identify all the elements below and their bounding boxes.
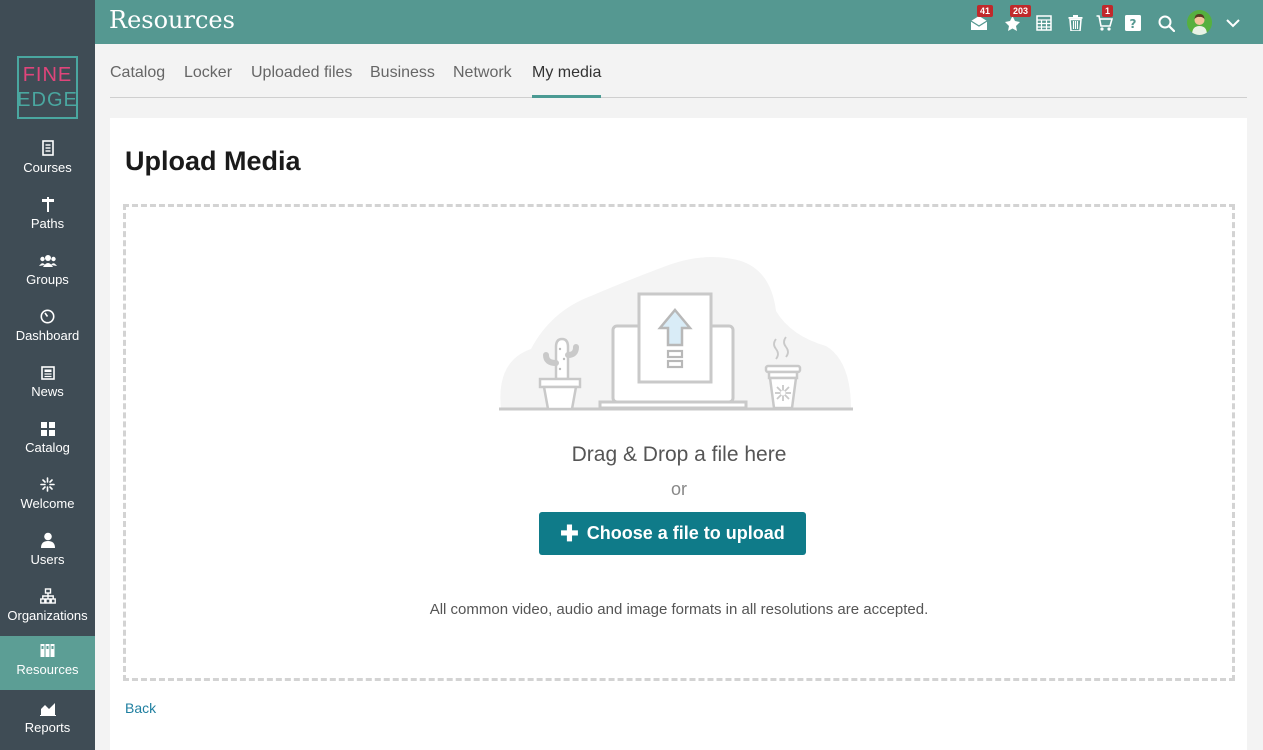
sidebar-item-label: Dashboard	[15, 328, 80, 343]
logo[interactable]: FINE EDGE	[17, 56, 78, 119]
sidebar-item-label: Groups	[26, 272, 69, 287]
sidebar-item-users[interactable]: Users	[0, 526, 95, 582]
sidebar-item-news[interactable]: News	[0, 358, 95, 414]
sidebar-item-welcome[interactable]: Welcome	[0, 470, 95, 526]
dashboard-icon	[40, 302, 55, 328]
grid-icon	[40, 414, 55, 440]
courses-icon	[41, 134, 55, 160]
logo-line-1: FINE	[22, 63, 73, 86]
sparkle-icon	[40, 470, 55, 496]
chart-icon	[39, 694, 56, 720]
cart-badge: 1	[1102, 5, 1114, 17]
cart-icon[interactable]: 1	[1094, 5, 1114, 33]
chevron-down-icon[interactable]	[1223, 13, 1243, 33]
signpost-icon	[41, 190, 55, 216]
page-section-title: Resources	[109, 6, 235, 34]
back-link[interactable]: Back	[125, 700, 156, 716]
tab-network[interactable]: Network	[453, 64, 512, 98]
sidebar-item-label: Welcome	[20, 496, 75, 511]
tab-my-media[interactable]: My media	[532, 64, 602, 98]
sidebar-item-label: Paths	[30, 216, 65, 231]
upload-media-card: Upload Media Drag & Drop a file here or …	[110, 118, 1247, 750]
drop-instructions: Drag & Drop a file here	[571, 443, 787, 466]
messages-icon[interactable]: 41	[969, 5, 994, 33]
resource-tabs: Catalog Locker Uploaded files Business N…	[110, 60, 1247, 98]
groups-icon	[38, 246, 57, 272]
sidebar-item-label: Users	[30, 552, 65, 567]
sidebar-item-catalog[interactable]: Catalog	[0, 414, 95, 470]
logo-line-2: EDGE	[17, 88, 78, 111]
upload-illustration	[499, 257, 853, 411]
sidebar-item-label: Resources	[16, 662, 79, 677]
sidebar-item-groups[interactable]: Groups	[0, 246, 95, 302]
file-dropzone[interactable]: Drag & Drop a file here or ✚ Choose a fi…	[123, 204, 1235, 681]
tab-locker[interactable]: Locker	[184, 64, 232, 98]
news-icon	[40, 358, 55, 384]
accepted-formats-note: All common video, audio and image format…	[429, 601, 929, 618]
messages-badge: 41	[977, 5, 994, 17]
sidebar-item-label: Reports	[24, 720, 71, 735]
top-header: Resources 41 203 1 ?	[95, 0, 1263, 44]
tab-business[interactable]: Business	[370, 64, 435, 98]
tab-catalog[interactable]: Catalog	[110, 64, 165, 98]
choose-file-button[interactable]: ✚ Choose a file to upload	[539, 512, 806, 555]
choose-file-label: Choose a file to upload	[586, 523, 785, 543]
sidebar: FINE EDGE Courses Paths Groups Dashboard…	[0, 0, 95, 750]
tab-uploaded-files[interactable]: Uploaded files	[251, 64, 352, 98]
search-icon[interactable]	[1156, 13, 1176, 33]
user-icon	[40, 526, 56, 552]
svg-text:?: ?	[1130, 17, 1137, 31]
sidebar-item-label: Catalog	[25, 440, 70, 455]
books-icon	[40, 636, 55, 662]
sidebar-item-organizations[interactable]: Organizations	[0, 582, 95, 638]
plus-icon: ✚	[560, 520, 579, 546]
notifications-badge: 203	[1010, 5, 1032, 17]
org-chart-icon	[39, 582, 56, 608]
sidebar-item-dashboard[interactable]: Dashboard	[0, 302, 95, 358]
sidebar-item-reports[interactable]: Reports	[0, 694, 95, 750]
calendar-icon[interactable]	[1034, 13, 1054, 33]
sidebar-item-label: News	[31, 384, 64, 399]
help-icon[interactable]: ?	[1123, 13, 1143, 33]
sidebar-item-paths[interactable]: Paths	[0, 190, 95, 246]
sidebar-item-resources[interactable]: Resources	[0, 636, 95, 690]
page-title: Upload Media	[125, 146, 301, 176]
notifications-icon[interactable]: 203	[1002, 5, 1032, 33]
avatar[interactable]	[1187, 10, 1212, 35]
sidebar-item-courses[interactable]: Courses	[0, 134, 95, 190]
or-separator: or	[670, 479, 687, 499]
trash-icon[interactable]	[1065, 13, 1085, 33]
sidebar-item-label: Organizations	[7, 608, 88, 623]
sidebar-item-label: Courses	[23, 160, 72, 175]
